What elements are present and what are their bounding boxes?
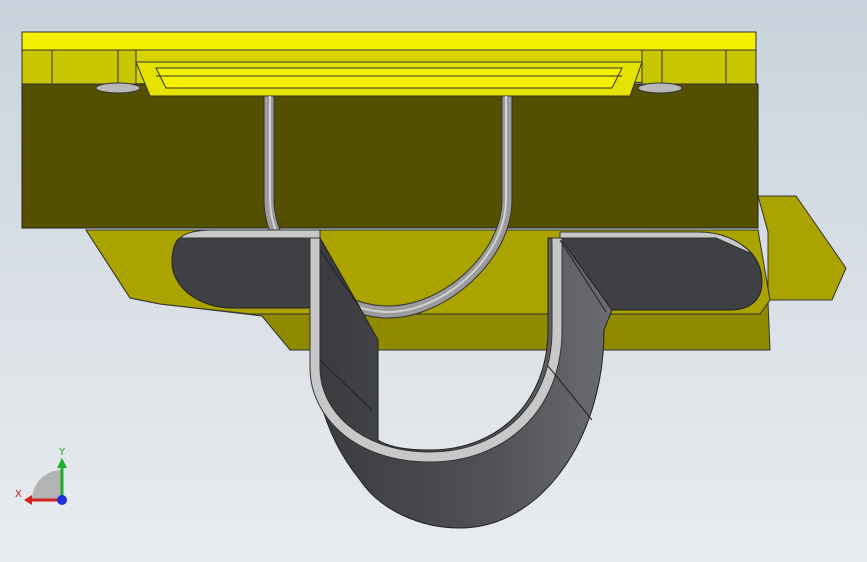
main-plate-top[interactable] — [21, 31, 757, 51]
left-tab — [21, 49, 137, 85]
right-tab — [641, 49, 757, 85]
main-plate-front[interactable] — [21, 83, 759, 229]
graphics-viewport[interactable]: Y X — [0, 0, 867, 562]
center-recess-inner — [155, 67, 623, 89]
left-slot — [95, 82, 141, 94]
x-axis-label: X — [15, 489, 22, 500]
z-axis-dot — [57, 495, 67, 505]
right-slot — [637, 82, 683, 94]
y-axis-label: Y — [58, 447, 66, 458]
left-clamp-ear-top — [178, 229, 321, 239]
